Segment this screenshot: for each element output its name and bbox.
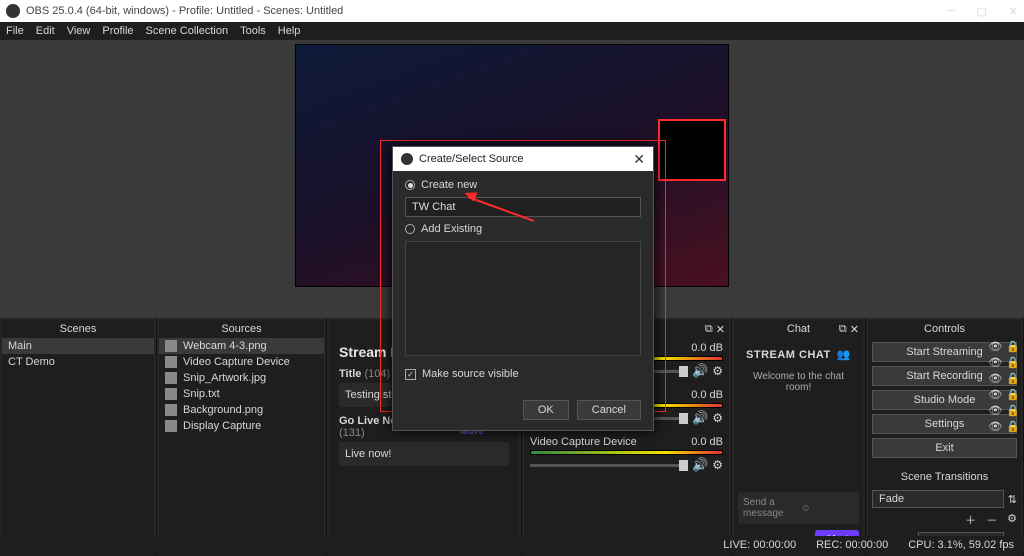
speaker-icon[interactable]: 🔊 (692, 457, 708, 473)
title-char-count: (104) (364, 368, 390, 380)
users-icon[interactable]: 👥 (837, 348, 851, 361)
source-item[interactable]: Snip_Artwork.jpg👁🔒 (159, 370, 324, 386)
image-icon (165, 404, 177, 416)
status-live: LIVE: 00:00:00 (723, 539, 796, 551)
cancel-button[interactable]: Cancel (577, 400, 641, 420)
gear-icon[interactable]: ⚙ (712, 458, 723, 472)
source-item[interactable]: Display Capture👁🔒 (159, 418, 324, 434)
maximize-icon[interactable]: ▢ (976, 5, 986, 18)
existing-sources-list[interactable] (405, 241, 641, 356)
mixer-channel: Video Capture Device 0.0 dB 🔊 ⚙ (524, 436, 729, 473)
popout-icon[interactable]: ⧉ (839, 323, 847, 336)
selected-source-outline[interactable] (658, 119, 726, 181)
updown-icon[interactable]: ⇅ (1008, 493, 1017, 506)
source-name-input[interactable] (405, 197, 641, 217)
camera-icon (165, 356, 177, 368)
scenes-title: Scenes (60, 323, 97, 335)
dialog-close-button[interactable]: ✕ (633, 151, 645, 168)
checkbox-checked-icon: ✓ (405, 369, 416, 380)
window-title: OBS 25.0.4 (64-bit, windows) - Profile: … (26, 5, 343, 17)
panel-close-icon[interactable]: ✕ (716, 323, 725, 336)
speaker-icon[interactable]: 🔊 (692, 363, 708, 379)
dialog-title: Create/Select Source (419, 153, 524, 165)
close-icon[interactable]: ✕ (1009, 5, 1018, 18)
obs-logo-icon (401, 153, 413, 165)
source-item[interactable]: Background.png👁🔒 (159, 402, 324, 418)
scene-item[interactable]: CT Demo (2, 354, 154, 370)
menu-view[interactable]: View (67, 25, 91, 37)
golive-input[interactable]: Live now! (339, 442, 509, 466)
menu-scene-collection[interactable]: Scene Collection (146, 25, 229, 37)
chat-title: Chat (787, 323, 810, 335)
audio-meter (530, 450, 723, 455)
obs-logo-icon (6, 4, 20, 18)
scenes-panel: Scenes Main CT Demo ＋ － ∧ ∨ (0, 318, 157, 556)
source-item[interactable]: Webcam 4-3.png👁🔒 (159, 338, 324, 354)
exit-button[interactable]: Exit (872, 438, 1017, 458)
sources-title: Sources (221, 323, 261, 335)
db-value: 0.0 dB (691, 436, 723, 448)
menubar: File Edit View Profile Scene Collection … (0, 22, 1024, 40)
controls-panel: Controls Start Streaming Start Recording… (866, 318, 1024, 556)
minimize-icon[interactable]: ─ (947, 5, 955, 18)
create-new-radio[interactable]: Create new (405, 179, 641, 191)
chat-message-input[interactable]: Send a message☺ (738, 492, 859, 524)
add-existing-radio[interactable]: Add Existing (405, 223, 641, 235)
source-item[interactable]: Video Capture Device👁🔒 (159, 354, 324, 370)
menu-tools[interactable]: Tools (240, 25, 266, 37)
panel-close-icon[interactable]: ✕ (850, 323, 859, 336)
app-window: OBS 25.0.4 (64-bit, windows) - Profile: … (0, 0, 1024, 553)
gear-icon[interactable]: ⚙ (712, 364, 723, 378)
menu-edit[interactable]: Edit (36, 25, 55, 37)
title-field-label: Title (339, 368, 361, 380)
stream-chat-heading: STREAM CHAT (746, 349, 831, 361)
radio-unchecked-icon (405, 224, 415, 234)
transition-select[interactable]: Fade (872, 490, 1004, 508)
add-transition-button[interactable]: ＋ (965, 512, 976, 528)
radio-checked-icon (405, 180, 415, 190)
status-rec: REC: 00:00:00 (816, 539, 888, 551)
volume-slider[interactable] (530, 464, 688, 467)
sources-panel: Sources Webcam 4-3.png👁🔒 Video Capture D… (157, 318, 327, 556)
remove-transition-button[interactable]: － (986, 512, 997, 528)
image-icon (165, 372, 177, 384)
image-icon (165, 340, 177, 352)
menu-profile[interactable]: Profile (102, 25, 133, 37)
source-item[interactable]: Snip.txt👁🔒 (159, 386, 324, 402)
ok-button[interactable]: OK (523, 400, 569, 420)
gear-icon[interactable]: ⚙ (712, 411, 723, 425)
display-icon (165, 420, 177, 432)
text-icon (165, 388, 177, 400)
menu-help[interactable]: Help (278, 25, 301, 37)
make-visible-checkbox[interactable]: ✓Make source visible (405, 362, 641, 386)
statusbar: LIVE: 00:00:00 REC: 00:00:00 CPU: 3.1%, … (0, 536, 1024, 553)
popout-icon[interactable]: ⧉ (705, 323, 713, 336)
menu-file[interactable]: File (6, 25, 24, 37)
speaker-icon[interactable]: 🔊 (692, 410, 708, 426)
transition-settings-icon[interactable]: ⚙ (1007, 512, 1017, 528)
channel-label: Video Capture Device (530, 436, 637, 448)
status-cpu: CPU: 3.1%, 59.02 fps (908, 539, 1014, 551)
golive-char-count: (131) (339, 427, 365, 439)
controls-title: Controls (924, 323, 965, 335)
window-titlebar: OBS 25.0.4 (64-bit, windows) - Profile: … (0, 0, 1024, 22)
db-value: 0.0 dB (691, 389, 723, 401)
scene-item[interactable]: Main (2, 338, 154, 354)
chat-welcome-text: Welcome to the chat room! (738, 367, 859, 397)
db-value: 0.0 dB (691, 342, 723, 354)
chat-panel: Chat ⧉✕ STREAM CHAT 👥 Welcome to the chat … (732, 318, 866, 556)
create-select-source-dialog: Create/Select Source ✕ Create new Add Ex… (392, 146, 654, 431)
emote-icon[interactable]: ☺ (801, 503, 855, 514)
scene-transitions-title: Scene Transitions (901, 471, 988, 483)
